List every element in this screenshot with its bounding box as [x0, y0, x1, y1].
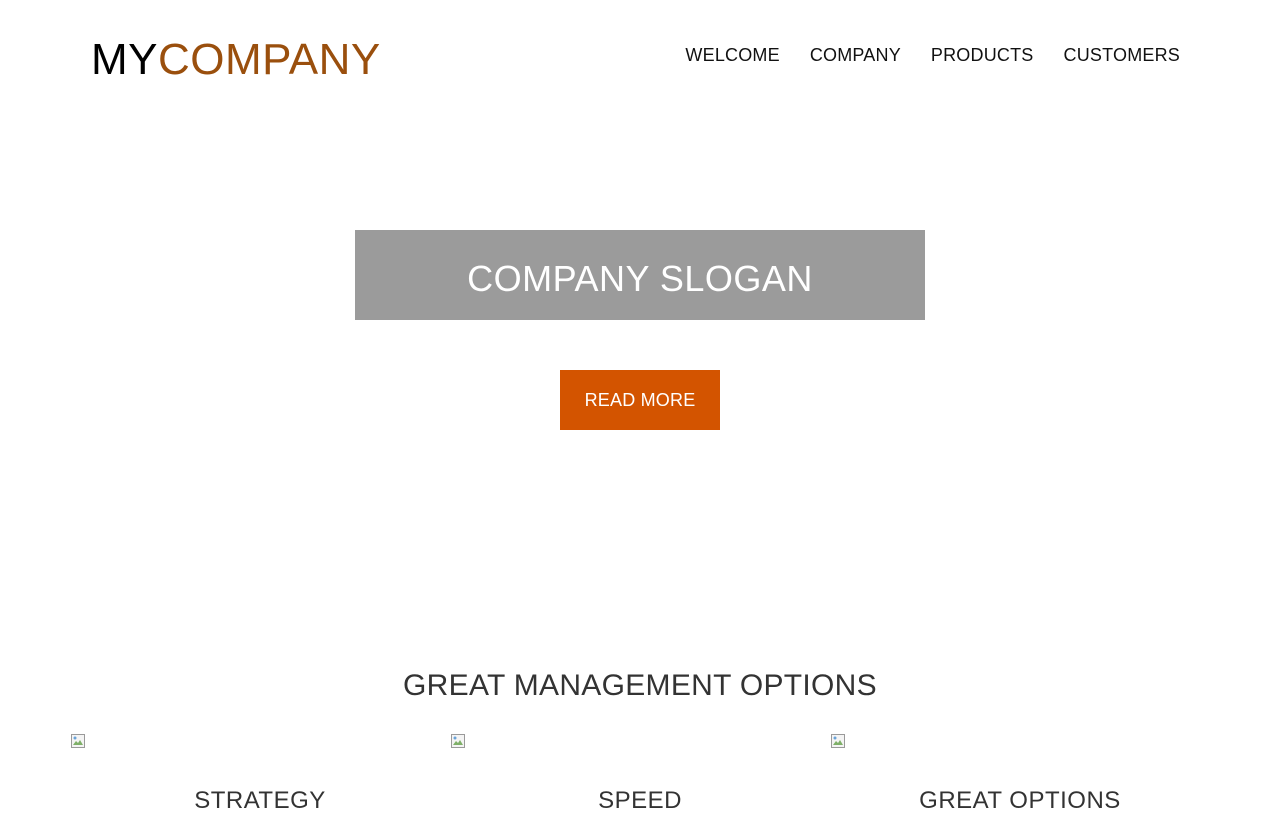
nav-link-welcome[interactable]: WELCOME	[685, 44, 779, 66]
nav-link-customers[interactable]: CUSTOMERS	[1064, 44, 1180, 66]
main-nav: WELCOME COMPANY PRODUCTS CUSTOMERS	[685, 44, 1180, 66]
features-section-title: GREAT MANAGEMENT OPTIONS	[403, 669, 877, 702]
feature-title: SPEED	[598, 787, 682, 814]
nav-link-company[interactable]: COMPANY	[810, 44, 901, 66]
feature-title: GREAT OPTIONS	[919, 787, 1121, 814]
feature-speed: SPEED	[450, 733, 830, 814]
feature-great-options: GREAT OPTIONS	[830, 733, 1210, 814]
read-more-button[interactable]: READ MORE	[560, 370, 720, 430]
broken-image-icon	[450, 733, 466, 749]
logo-company-text: COMPANY	[158, 35, 381, 84]
broken-image-icon	[70, 733, 86, 749]
nav-link-products[interactable]: PRODUCTS	[931, 44, 1034, 66]
site-header: MYCOMPANY WELCOME COMPANY PRODUCTS CUSTO…	[0, 0, 1280, 120]
slogan-text: COMPANY SLOGAN	[467, 258, 813, 299]
features-row: STRATEGY SPEED GREAT OPTIONS	[70, 733, 1210, 814]
logo[interactable]: MYCOMPANY	[91, 36, 381, 84]
broken-image-icon	[830, 733, 846, 749]
feature-strategy: STRATEGY	[70, 733, 450, 814]
feature-title: STRATEGY	[194, 787, 326, 814]
logo-my-text: MY	[91, 35, 158, 84]
slogan-banner: COMPANY SLOGAN	[355, 230, 925, 320]
